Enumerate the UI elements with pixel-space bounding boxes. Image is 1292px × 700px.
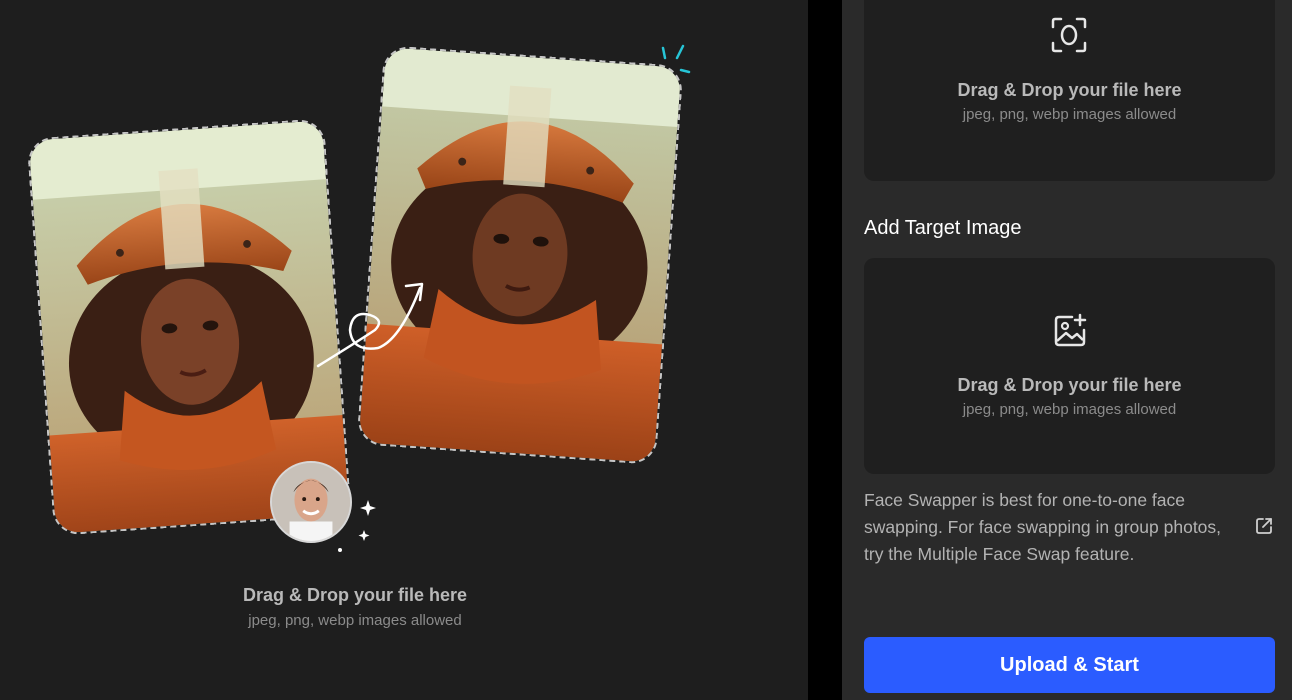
source-dropzone-title: Drag & Drop your file here (957, 80, 1182, 100)
swap-arrow-icon (316, 282, 424, 368)
image-plus-icon (1054, 313, 1087, 347)
target-dropzone-subtitle: jpeg, png, webp images allowed (962, 401, 1177, 418)
preview-dropzone-subtitle: jpeg, png, webp images allowed (248, 612, 462, 629)
pane-divider (808, 0, 842, 700)
source-face-dropzone[interactable]: Drag & Drop your file here jpeg, png, we… (864, 0, 1275, 181)
upload-start-button[interactable]: Upload & Start (864, 637, 1275, 693)
target-image-label: Add Target Image (864, 217, 1022, 239)
info-message: Face Swapper is best for one-to-one face… (864, 490, 1222, 564)
result-portrait (358, 47, 682, 463)
face-avatar (270, 461, 352, 543)
face-portrait (272, 463, 350, 541)
preview-dropzone-title: Drag & Drop your file here (242, 585, 468, 605)
target-dropzone-title: Drag & Drop your file here (957, 375, 1182, 395)
external-link-icon[interactable] (1254, 516, 1274, 536)
preview-pane[interactable]: Drag & Drop your file here jpeg, png, we… (0, 0, 808, 700)
sparkle-icon (661, 44, 691, 74)
target-image-dropzone[interactable]: Drag & Drop your file here jpeg, png, we… (864, 258, 1275, 474)
face-scan-icon (1051, 17, 1087, 53)
source-dropzone-subtitle: jpeg, png, webp images allowed (962, 106, 1177, 123)
result-photo-card (356, 45, 684, 465)
